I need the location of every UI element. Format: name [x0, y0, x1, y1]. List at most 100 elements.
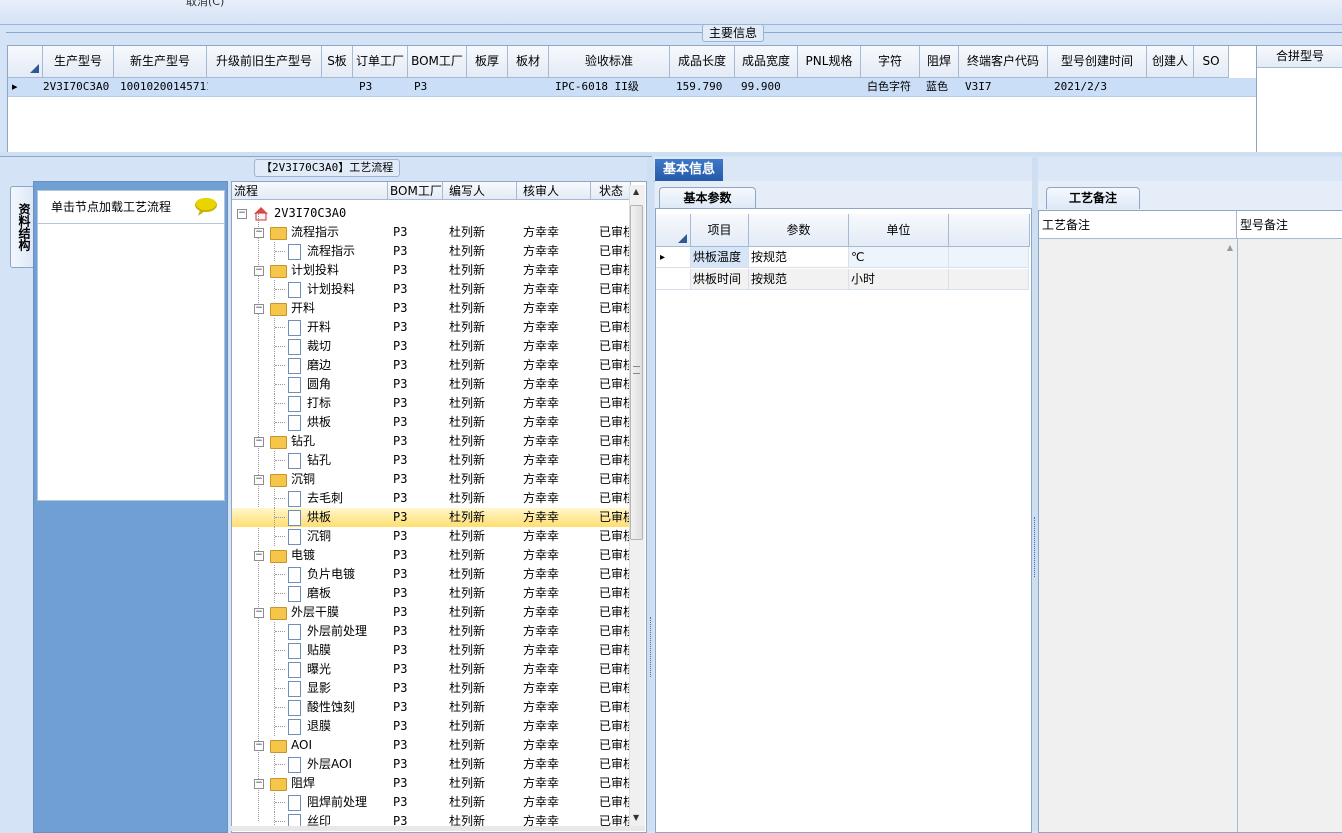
- blank-cell[interactable]: [949, 247, 1029, 268]
- col-header-process-remarks[interactable]: 工艺备注: [1039, 211, 1237, 239]
- tree-root-row[interactable]: − 2V3I70C3A0: [232, 204, 630, 223]
- tree-row[interactable]: 阻焊前处理 P3 杜列新 方幸幸 已审核: [232, 793, 630, 812]
- tree-row[interactable]: 负片电镀 P3 杜列新 方幸幸 已审核: [232, 565, 630, 584]
- tree-row[interactable]: − 电镀 P3 杜列新 方幸幸 已审核: [232, 546, 630, 565]
- collapse-icon[interactable]: −: [254, 304, 264, 314]
- collapse-icon[interactable]: −: [254, 741, 264, 751]
- cell-material[interactable]: [514, 78, 550, 96]
- col-header-creator[interactable]: 创建人: [1147, 46, 1194, 78]
- col-header-writer[interactable]: 编写人: [443, 182, 517, 200]
- tree-row[interactable]: 开料 P3 杜列新 方幸幸 已审核: [232, 318, 630, 337]
- tree-row[interactable]: − 钻孔 P3 杜列新 方幸幸 已审核: [232, 432, 630, 451]
- tree-row[interactable]: 打标 P3 杜列新 方幸幸 已审核: [232, 394, 630, 413]
- scroll-up-icon[interactable]: ▲: [633, 187, 639, 196]
- cell-solder-mask[interactable]: 蓝色: [926, 78, 960, 96]
- tree-row[interactable]: 显影 P3 杜列新 方幸幸 已审核: [232, 679, 630, 698]
- cell-thickness[interactable]: [473, 78, 509, 96]
- col-header-order-factory[interactable]: 订单工厂: [353, 46, 408, 78]
- tab-structure[interactable]: 资料结构: [10, 186, 35, 268]
- collapse-icon[interactable]: −: [237, 209, 247, 219]
- col-header-model[interactable]: 生产型号: [43, 46, 114, 78]
- unit-cell[interactable]: ℃: [849, 247, 949, 268]
- cancel-button[interactable]: 取消(C): [186, 0, 224, 9]
- tree-row[interactable]: − 流程指示 P3 杜列新 方幸幸 已审核: [232, 223, 630, 242]
- tree-row[interactable]: − 沉铜 P3 杜列新 方幸幸 已审核: [232, 470, 630, 489]
- collapse-icon[interactable]: −: [254, 779, 264, 789]
- tree-row[interactable]: 外层前处理 P3 杜列新 方幸幸 已审核: [232, 622, 630, 641]
- col-header-thickness[interactable]: 板厚: [467, 46, 508, 78]
- col-header-old-model[interactable]: 升级前旧生产型号: [207, 46, 322, 78]
- cell-bom-factory[interactable]: P3: [414, 78, 468, 96]
- col-header-unit[interactable]: 单位: [849, 214, 949, 247]
- cell-s-board[interactable]: [328, 78, 354, 96]
- cell-width[interactable]: 99.900: [741, 78, 799, 96]
- tree-row[interactable]: 烘板 P3 杜列新 方幸幸 已审核: [232, 508, 630, 527]
- tree-row[interactable]: − 阻焊 P3 杜列新 方幸幸 已审核: [232, 774, 630, 793]
- scroll-down-icon[interactable]: ▼: [633, 813, 639, 822]
- tree-row[interactable]: 流程指示 P3 杜列新 方幸幸 已审核: [232, 242, 630, 261]
- param-cell[interactable]: 按规范: [749, 269, 849, 290]
- item-cell[interactable]: 烘板时间: [691, 269, 749, 290]
- col-header-acceptance[interactable]: 验收标准: [549, 46, 670, 78]
- tree-row[interactable]: 酸性蚀刻 P3 杜列新 方幸幸 已审核: [232, 698, 630, 717]
- collapse-icon[interactable]: −: [254, 475, 264, 485]
- row-selector-cell[interactable]: ▸: [656, 247, 691, 268]
- col-header-so[interactable]: SO: [1194, 46, 1229, 78]
- model-remarks-text[interactable]: [1238, 239, 1342, 832]
- tree-row[interactable]: − AOI P3 杜列新 方幸幸 已审核: [232, 736, 630, 755]
- col-header-material[interactable]: 板材: [508, 46, 549, 78]
- tree-row[interactable]: 磨板 P3 杜列新 方幸幸 已审核: [232, 584, 630, 603]
- col-header-created-time[interactable]: 型号创建时间: [1048, 46, 1147, 78]
- tab-basic-params[interactable]: 基本参数: [659, 187, 756, 209]
- tree-row[interactable]: − 计划投料 P3 杜列新 方幸幸 已审核: [232, 261, 630, 280]
- cell-silkscreen[interactable]: 白色字符: [867, 78, 921, 96]
- tab-process-remarks[interactable]: 工艺备注: [1046, 187, 1140, 209]
- tree-row[interactable]: 沉铜 P3 杜列新 方幸幸 已审核: [232, 527, 630, 546]
- cell-customer-code[interactable]: V3I7: [965, 78, 1049, 96]
- tree-row[interactable]: 贴膜 P3 杜列新 方幸幸 已审核: [232, 641, 630, 660]
- col-header-length[interactable]: 成品长度: [670, 46, 735, 78]
- col-header-status[interactable]: 状态: [591, 182, 631, 200]
- col-header-width[interactable]: 成品宽度: [735, 46, 798, 78]
- cell-length[interactable]: 159.790: [676, 78, 736, 96]
- item-cell[interactable]: 烘板温度: [691, 247, 749, 268]
- collapse-icon[interactable]: −: [254, 228, 264, 238]
- tree-row[interactable]: 去毛刺 P3 杜列新 方幸幸 已审核: [232, 489, 630, 508]
- row-selector-cell[interactable]: [656, 269, 691, 290]
- cell-pnl[interactable]: [804, 78, 862, 96]
- tree-row[interactable]: 圆角 P3 杜列新 方幸幸 已审核: [232, 375, 630, 394]
- col-header-solder-mask[interactable]: 阻焊: [920, 46, 959, 78]
- structure-tree-area[interactable]: [37, 223, 225, 501]
- tab-basic-info[interactable]: 基本信息: [655, 159, 723, 181]
- collapse-icon[interactable]: −: [254, 266, 264, 276]
- col-header-new-model[interactable]: 新生产型号: [114, 46, 207, 78]
- col-header-model-remarks[interactable]: 型号备注: [1237, 211, 1342, 239]
- param-cell[interactable]: 按规范: [749, 247, 849, 268]
- cell-new-model[interactable]: 10010200145711: [120, 78, 208, 96]
- cell-old-model[interactable]: [213, 78, 323, 96]
- cell-created-time[interactable]: 2021/2/3: [1054, 78, 1148, 96]
- tree-row[interactable]: 钻孔 P3 杜列新 方幸幸 已审核: [232, 451, 630, 470]
- tree-row[interactable]: − 外层干膜 P3 杜列新 方幸幸 已审核: [232, 603, 630, 622]
- scroll-up-icon[interactable]: ▲: [1227, 243, 1233, 252]
- col-header-reviewer[interactable]: 核审人: [517, 182, 591, 200]
- col-header-item[interactable]: 项目: [691, 214, 749, 247]
- col-header-bom-factory[interactable]: BOM工厂: [408, 46, 467, 78]
- tree-row[interactable]: 磨边 P3 杜列新 方幸幸 已审核: [232, 356, 630, 375]
- cell-acceptance[interactable]: IPC-6018 II级: [555, 78, 671, 96]
- tree-horizontal-scrollbar[interactable]: [231, 826, 645, 831]
- col-header-customer-code[interactable]: 终端客户代码: [959, 46, 1048, 78]
- row-selector-header[interactable]: [8, 46, 43, 78]
- cell-order-factory[interactable]: P3: [359, 78, 409, 96]
- collapse-icon[interactable]: −: [254, 608, 264, 618]
- process-remarks-text[interactable]: ▲: [1039, 239, 1238, 832]
- vertical-splitter[interactable]: [647, 157, 654, 831]
- tree-row[interactable]: 退膜 P3 杜列新 方幸幸 已审核: [232, 717, 630, 736]
- col-header-pnl[interactable]: PNL规格: [798, 46, 861, 78]
- collapse-icon[interactable]: −: [254, 437, 264, 447]
- blank-cell[interactable]: [949, 269, 1029, 290]
- unit-cell[interactable]: 小时: [849, 269, 949, 290]
- col-header-param[interactable]: 参数: [749, 214, 849, 247]
- tree-row[interactable]: 外层AOI P3 杜列新 方幸幸 已审核: [232, 755, 630, 774]
- col-header-bom-factory[interactable]: BOM工厂: [388, 182, 443, 200]
